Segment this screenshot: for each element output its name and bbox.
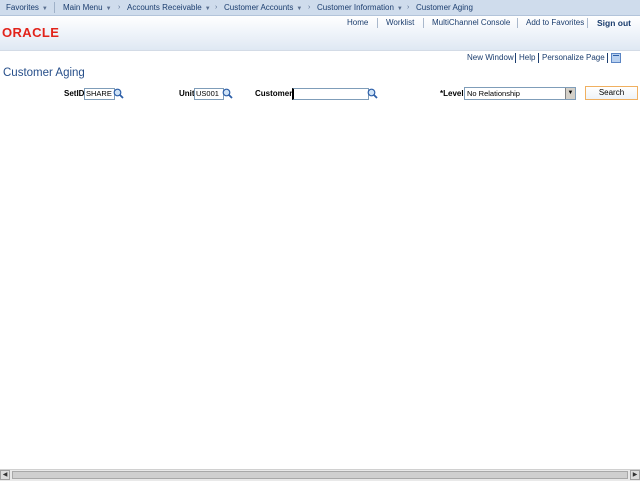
unit-input[interactable]: US001 <box>194 88 224 100</box>
header-divider <box>587 18 588 28</box>
link-divider <box>515 53 516 63</box>
breadcrumb-separator-icon: › <box>407 4 410 11</box>
level-selected-value: No Relationship <box>467 89 520 98</box>
home-link[interactable]: Home <box>347 17 368 29</box>
customer-lookup-icon[interactable] <box>367 88 378 99</box>
scroll-right-icon[interactable]: ▶ <box>630 470 640 480</box>
breadcrumb-customer-information[interactable]: Customer Information ▼ <box>317 0 403 15</box>
new-window-link[interactable]: New Window <box>467 53 514 63</box>
horizontal-scrollbar[interactable]: ◀ ▶ <box>0 469 640 481</box>
customer-label: Customer <box>255 89 293 98</box>
unit-label: Unit <box>179 89 195 98</box>
header-divider <box>377 18 378 28</box>
breadcrumb-separator-icon: › <box>215 4 218 11</box>
chevron-down-icon: ▼ <box>204 6 211 12</box>
favorites-label: Favorites <box>6 3 39 12</box>
page-layout-icon[interactable] <box>611 53 621 63</box>
breadcrumb-label: Customer Accounts <box>224 3 294 12</box>
breadcrumb-label: Accounts Receivable <box>127 3 202 12</box>
breadcrumb-separator-icon: › <box>308 4 311 11</box>
page-header: ORACLE Home Worklist MultiChannel Consol… <box>0 16 640 50</box>
scroll-left-icon[interactable]: ◀ <box>0 470 10 480</box>
main-menu-label: Main Menu <box>63 3 103 12</box>
customer-input[interactable] <box>292 88 369 100</box>
breadcrumb-accounts-receivable[interactable]: Accounts Receivable ▼ <box>127 0 211 15</box>
header-rule <box>0 50 640 51</box>
sign-out-link[interactable]: Sign out <box>597 17 631 29</box>
add-to-favorites-link[interactable]: Add to Favorites <box>526 17 584 29</box>
help-link[interactable]: Help <box>519 53 535 63</box>
worklist-link[interactable]: Worklist <box>386 17 414 29</box>
chevron-down-icon[interactable]: ▼ <box>565 88 575 99</box>
chevron-down-icon: ▼ <box>296 6 303 12</box>
level-label: *Level <box>440 89 464 98</box>
chevron-down-icon: ▼ <box>396 6 403 12</box>
nav-divider <box>54 2 55 13</box>
setid-label: SetID <box>64 89 85 98</box>
link-divider <box>607 53 608 63</box>
chevron-down-icon: ▼ <box>41 6 48 12</box>
header-divider <box>517 18 518 28</box>
unit-lookup-icon[interactable] <box>222 88 233 99</box>
breadcrumb-customer-aging[interactable]: Customer Aging <box>416 0 473 15</box>
link-divider <box>538 53 539 63</box>
setid-input[interactable]: SHARE <box>84 88 115 100</box>
multichannel-console-link[interactable]: MultiChannel Console <box>432 17 510 29</box>
personalize-page-link[interactable]: Personalize Page <box>542 53 605 63</box>
level-select[interactable]: No Relationship ▼ <box>464 87 576 100</box>
breadcrumb-label: Customer Aging <box>416 3 473 12</box>
chevron-down-icon: ▼ <box>105 6 112 12</box>
setid-lookup-icon[interactable] <box>113 88 124 99</box>
breadcrumb-separator-icon: › <box>118 4 121 11</box>
page-title: Customer Aging <box>3 67 85 79</box>
scrollbar-thumb[interactable] <box>12 471 628 479</box>
main-menu[interactable]: Main Menu ▼ <box>63 0 112 15</box>
oracle-logo: ORACLE <box>2 25 60 40</box>
favorites-menu[interactable]: Favorites ▼ <box>6 0 48 15</box>
header-divider <box>423 18 424 28</box>
top-nav-bar: Favorites ▼ Main Menu ▼ › Accounts Receiva… <box>0 0 640 16</box>
search-button[interactable]: Search <box>585 86 638 100</box>
breadcrumb-customer-accounts[interactable]: Customer Accounts ▼ <box>224 0 302 15</box>
breadcrumb-label: Customer Information <box>317 3 394 12</box>
